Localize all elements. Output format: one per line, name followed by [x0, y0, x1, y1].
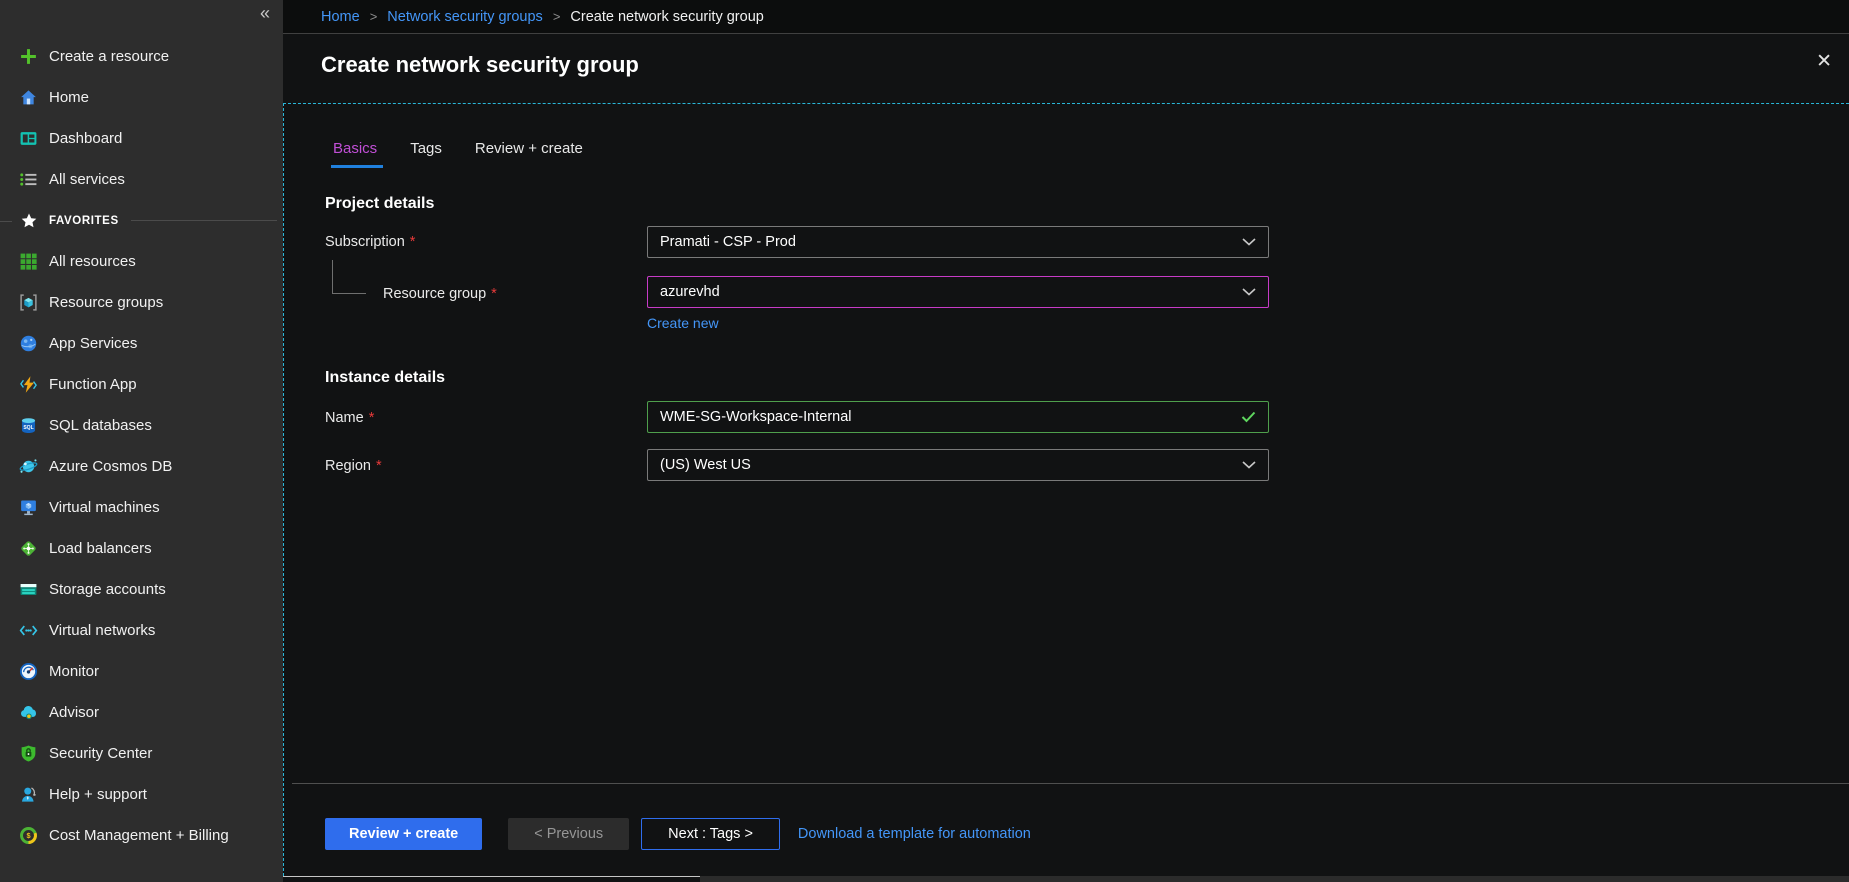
- breadcrumb-current: Create network security group: [570, 9, 763, 25]
- required-asterisk: *: [376, 458, 382, 474]
- list-icon: [19, 170, 38, 189]
- sidebar-favorites-header: FAVORITES: [0, 200, 283, 241]
- planet-icon: [19, 457, 38, 476]
- database-icon: SQL: [19, 416, 38, 435]
- sidebar-nav: Create a resource Home Dashboard All ser…: [0, 36, 283, 856]
- resource-group-dropdown[interactable]: azurevhd: [647, 276, 1269, 308]
- advisor-cloud-icon: [19, 703, 38, 722]
- sidebar-item-monitor[interactable]: Monitor: [0, 651, 283, 692]
- globe-icon: [19, 334, 38, 353]
- dashboard-icon: [19, 129, 38, 148]
- required-asterisk: *: [369, 410, 375, 426]
- network-brackets-icon: [19, 621, 38, 640]
- download-template-link[interactable]: Download a template for automation: [798, 826, 1031, 842]
- sidebar-item-azure-cosmos-db[interactable]: Azure Cosmos DB: [0, 446, 283, 487]
- cost-donut-icon: $: [19, 826, 38, 845]
- region-label: Region*: [325, 458, 382, 474]
- lightning-icon: [19, 375, 38, 394]
- sidebar-item-security-center[interactable]: Security Center: [0, 733, 283, 774]
- sidebar-item-all-services[interactable]: All services: [0, 159, 283, 200]
- sidebar-item-home[interactable]: Home: [0, 77, 283, 118]
- monitor-icon: [19, 498, 38, 517]
- tab-bar: Basics Tags Review + create: [333, 140, 583, 168]
- sidebar-item-load-balancers[interactable]: Load balancers: [0, 528, 283, 569]
- sidebar-item-advisor[interactable]: Advisor: [0, 692, 283, 733]
- chevron-down-icon: [1242, 461, 1256, 469]
- sidebar-item-virtual-networks[interactable]: Virtual networks: [0, 610, 283, 651]
- chevron-down-icon: [1242, 238, 1256, 246]
- svg-text:$: $: [26, 831, 30, 840]
- window-bottom-edge-right: [700, 876, 1849, 882]
- sidebar-item-sql-databases[interactable]: SQL SQL databases: [0, 405, 283, 446]
- grid-icon: [19, 252, 38, 271]
- cube-brackets-icon: [19, 293, 38, 312]
- home-icon: [19, 88, 38, 107]
- sidebar-item-resource-groups[interactable]: Resource groups: [0, 282, 283, 323]
- sidebar-item-help-support[interactable]: Help + support: [0, 774, 283, 815]
- sidebar: « Create a resource Home Dashboard All s…: [0, 0, 283, 882]
- sidebar-item-virtual-machines[interactable]: Virtual machines: [0, 487, 283, 528]
- name-label: Name*: [325, 410, 374, 426]
- breadcrumb-link-home[interactable]: Home: [321, 9, 360, 25]
- breadcrumb-separator-icon: >: [370, 9, 378, 24]
- tab-review-create[interactable]: Review + create: [475, 140, 583, 168]
- review-create-button[interactable]: Review + create: [325, 818, 482, 850]
- support-person-icon: [19, 785, 38, 804]
- create-new-link[interactable]: Create new: [647, 315, 719, 331]
- required-asterisk: *: [491, 286, 497, 302]
- page-title: Create network security group: [321, 52, 639, 78]
- previous-button[interactable]: < Previous: [508, 818, 629, 850]
- subscription-label: Subscription*: [325, 234, 415, 250]
- sidebar-item-dashboard[interactable]: Dashboard: [0, 118, 283, 159]
- breadcrumb: Home > Network security groups > Create …: [283, 0, 1849, 34]
- shield-lock-icon: [19, 744, 38, 763]
- create-nsg-panel: Basics Tags Review + create Project deta…: [283, 103, 1849, 876]
- next-tags-button[interactable]: Next : Tags >: [641, 818, 780, 850]
- gauge-icon: [19, 662, 38, 681]
- sidebar-item-function-app[interactable]: Function App: [0, 364, 283, 405]
- sidebar-item-create-a-resource[interactable]: Create a resource: [0, 36, 283, 77]
- section-heading-project-details: Project details: [325, 195, 434, 213]
- valid-check-icon: [1241, 411, 1256, 423]
- wizard-footer: Review + create < Previous Next : Tags >…: [292, 783, 1849, 850]
- sidebar-item-app-services[interactable]: App Services: [0, 323, 283, 364]
- name-input[interactable]: WME-SG-Workspace-Internal: [647, 401, 1269, 433]
- tab-tags[interactable]: Tags: [410, 140, 442, 168]
- storage-icon: [19, 580, 38, 599]
- region-dropdown[interactable]: (US) West US: [647, 449, 1269, 481]
- plus-icon: [19, 47, 38, 66]
- sidebar-item-cost-management-billing[interactable]: $ Cost Management + Billing: [0, 815, 283, 856]
- close-icon[interactable]: ✕: [1816, 52, 1832, 71]
- tab-basics[interactable]: Basics: [333, 140, 377, 168]
- diamond-balancer-icon: [19, 539, 38, 558]
- resource-group-label: Resource group*: [383, 286, 497, 302]
- window-bottom-edge-left: [283, 876, 700, 882]
- sidebar-item-all-resources[interactable]: All resources: [0, 241, 283, 282]
- sidebar-item-storage-accounts[interactable]: Storage accounts: [0, 569, 283, 610]
- breadcrumb-separator-icon: >: [553, 9, 561, 24]
- star-icon: [19, 211, 38, 230]
- svg-text:SQL: SQL: [23, 425, 33, 431]
- sidebar-collapse-icon[interactable]: «: [260, 4, 270, 22]
- required-asterisk: *: [410, 234, 416, 250]
- page-header: Create network security group ✕: [283, 35, 1849, 103]
- breadcrumb-link-network-security-groups[interactable]: Network security groups: [387, 9, 543, 25]
- subscription-dropdown[interactable]: Pramati - CSP - Prod: [647, 226, 1269, 258]
- section-heading-instance-details: Instance details: [325, 369, 445, 387]
- chevron-down-icon: [1242, 288, 1256, 296]
- resource-group-connector-line: [332, 260, 366, 294]
